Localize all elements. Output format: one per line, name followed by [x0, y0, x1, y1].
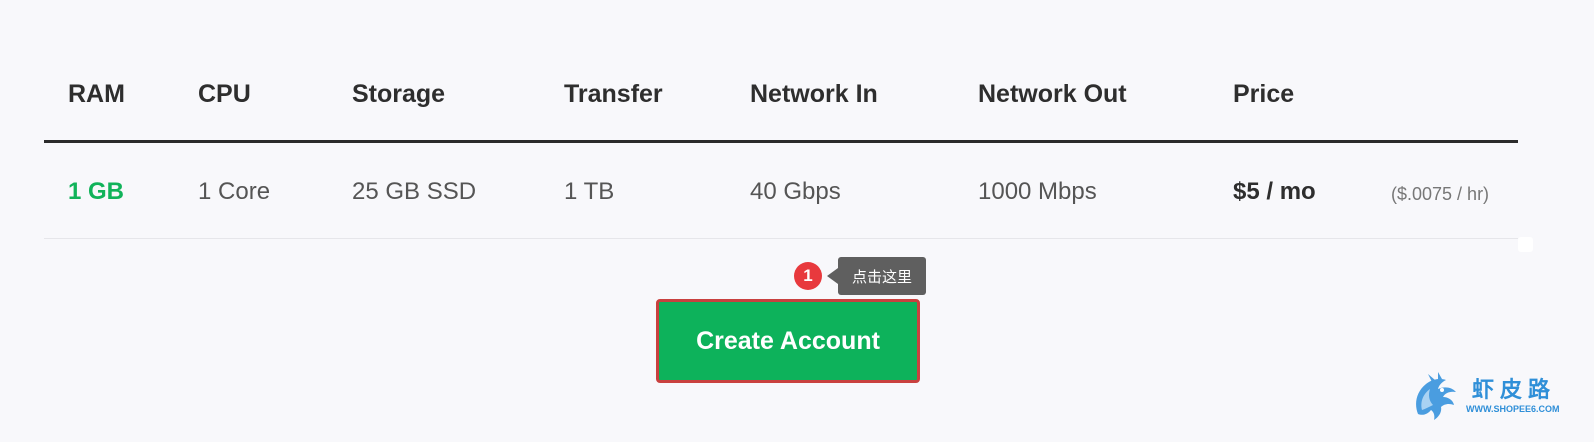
storage-value: 25 GB SSD [352, 178, 477, 205]
header-ram: RAM [68, 80, 125, 108]
cpu-value: 1 Core [198, 178, 271, 205]
plan-table: RAM CPU Storage Transfer Network In Netw… [44, 60, 1518, 239]
watermark: 虾皮路 WWW.SHOPEE6.COM [1408, 370, 1560, 426]
table-header-row: RAM CPU Storage Transfer Network In Netw… [44, 60, 1518, 143]
network-out-value: 1000 Mbps [978, 178, 1097, 205]
header-network-out: Network Out [978, 80, 1127, 108]
ram-value: 1 GB [68, 178, 125, 205]
transfer-value: 1 TB [564, 178, 615, 205]
tooltip-arrow [827, 268, 838, 284]
header-transfer: Transfer [564, 80, 663, 108]
table-row: 1 GB 1 Core 25 GB SSD 1 TB 40 Gbps 1000 … [44, 143, 1518, 239]
network-in-value: 40 Gbps [750, 178, 841, 205]
header-price: Price [1233, 80, 1295, 108]
header-cpu: CPU [198, 80, 251, 108]
instruction-tooltip: 点击这里 [838, 257, 926, 295]
step-number-badge: 1 [794, 262, 822, 290]
watermark-url: WWW.SHOPEE6.COM [1466, 404, 1560, 414]
price-value: $5 / mo [1233, 178, 1316, 205]
watermark-title: 虾皮路 [1472, 378, 1557, 403]
header-storage: Storage [352, 80, 446, 108]
hourly-price-value: ($.0075 / hr) [1391, 184, 1490, 204]
corner-marker [1518, 237, 1533, 252]
dragon-logo-icon [1416, 372, 1456, 420]
create-account-button[interactable]: Create Account [656, 299, 920, 383]
header-network-in: Network In [750, 80, 878, 108]
